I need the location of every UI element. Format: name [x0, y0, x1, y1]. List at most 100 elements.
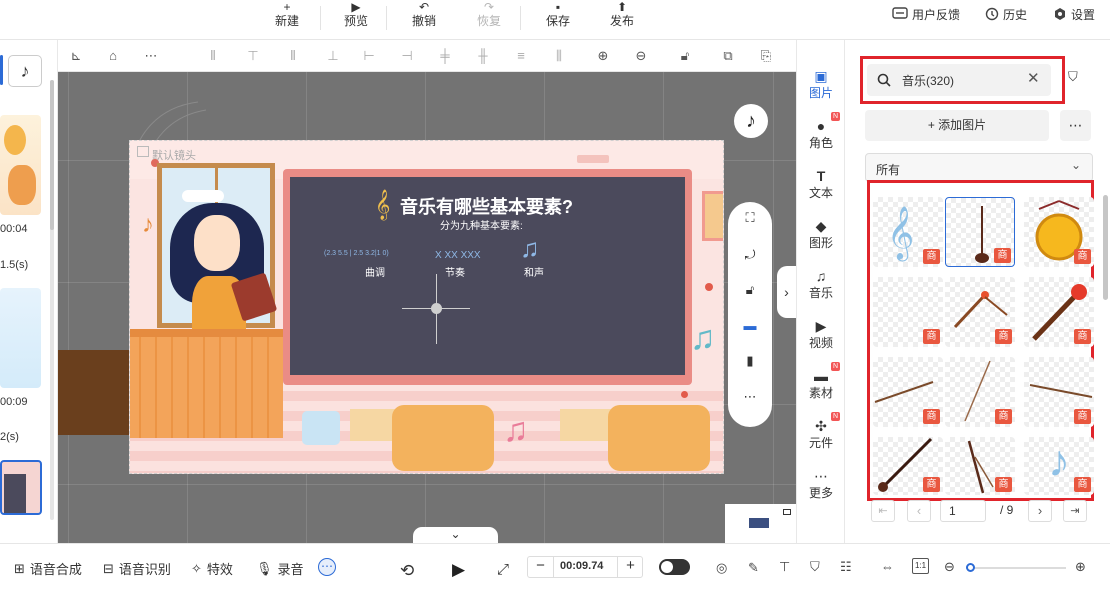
zoom-out-icon[interactable]: ⊖ — [633, 48, 649, 64]
scrollbar-thumb[interactable] — [50, 80, 54, 230]
preview-button[interactable]: ▶ 预览 — [331, 0, 381, 36]
asset-erhu-3[interactable]: 商 — [945, 437, 1015, 495]
asset-treble-clef[interactable]: 𝄞 商 — [873, 197, 943, 267]
minimap[interactable] — [725, 504, 796, 543]
asr-button[interactable]: ⊟ 语音识别 — [103, 559, 171, 578]
asset-erhu-2[interactable]: 商 — [873, 437, 943, 495]
clear-search-icon[interactable]: ✕ — [1027, 69, 1040, 87]
nav-images[interactable]: ▣ 图片 — [797, 68, 845, 101]
last-page-button[interactable]: ⇥ — [1063, 500, 1087, 522]
nav-music[interactable]: ♫ 音乐 — [797, 268, 845, 301]
save-button[interactable]: ▪ 保存 — [533, 0, 583, 36]
align-top-icon[interactable]: ⊤ — [245, 48, 261, 64]
more-icon[interactable]: ⋯ — [742, 389, 758, 405]
effects-button[interactable]: ✧ 特效 — [191, 559, 233, 578]
fit-width-icon[interactable]: ⇔ — [881, 559, 894, 574]
edit-icon[interactable]: ✎ — [748, 560, 759, 576]
asset-bow[interactable]: 商 — [945, 357, 1015, 427]
zoom-in-icon[interactable]: ⊕ — [1075, 559, 1086, 575]
scene-thumbnail[interactable] — [0, 288, 41, 388]
add-image-button[interactable]: + 添加图片 — [865, 110, 1049, 141]
monitor-icon[interactable]: ▬ — [742, 318, 758, 334]
asset-erhu[interactable]: 商 — [945, 197, 1015, 267]
align-hcenter-icon[interactable]: ⊣ — [399, 48, 415, 64]
align-left-icon[interactable]: ⫴ — [205, 48, 221, 64]
asset-music-note[interactable]: ♪ 商 — [1024, 437, 1094, 495]
search-input[interactable]: 音乐(320) — [902, 72, 954, 89]
fit-screen-icon[interactable]: ⛶ — [742, 210, 758, 226]
more-tools-button[interactable]: ⋯ — [318, 558, 336, 576]
history-button[interactable]: 历史 — [985, 6, 1027, 22]
zoom-slider-thumb[interactable] — [966, 563, 975, 572]
rotate-icon[interactable]: ⤾ — [742, 247, 758, 263]
page-input[interactable]: 1 — [940, 500, 986, 522]
nav-video[interactable]: ▶ 视频 — [797, 318, 845, 351]
expand-panel-button[interactable]: › — [777, 266, 796, 318]
scrollbar[interactable] — [50, 80, 54, 520]
ruler-icon[interactable]: ⊾ — [68, 48, 84, 64]
unlock-icon[interactable]: 🔓︎ — [677, 48, 693, 64]
nav-more[interactable]: ⋯ 更多 — [797, 468, 845, 501]
time-stepper[interactable]: − 00:09.74 + — [527, 556, 643, 578]
tts-button[interactable]: ⊞ 语音合成 — [14, 559, 82, 578]
filter-icon[interactable]: ⛉ — [1068, 69, 1086, 87]
play-button[interactable]: ▶ — [452, 560, 465, 580]
align-right-icon[interactable]: ⫴ — [285, 48, 301, 64]
asset-item[interactable]: 商 — [873, 277, 943, 347]
undo-button[interactable]: ↶ 撤销 — [399, 0, 449, 36]
settings-sliders-icon[interactable]: ☷ — [840, 559, 852, 575]
settings-button[interactable]: 设置 — [1053, 6, 1095, 22]
align-bottom-icon[interactable]: ⊥ — [325, 48, 341, 64]
nav-components[interactable]: ✣ N 元件 — [797, 412, 845, 451]
asset-mallet[interactable]: 商 — [1024, 277, 1094, 347]
asset-rod[interactable]: 商 — [1024, 357, 1094, 427]
first-page-button[interactable]: ⇤ — [871, 500, 895, 522]
zoom-out-icon[interactable]: ⊖ — [944, 559, 955, 575]
zoom-slider[interactable] — [966, 563, 1066, 572]
unlock-icon[interactable]: 🔓︎ — [742, 282, 758, 298]
asset-drumsticks[interactable]: 商 — [945, 277, 1015, 347]
prev-page-button[interactable]: ‹ — [907, 500, 931, 522]
align-vcenter-icon[interactable]: ╫ — [475, 48, 491, 64]
feedback-button[interactable]: 用户反馈 — [892, 6, 960, 22]
paste-icon[interactable]: ⎘ — [758, 48, 774, 64]
time-input[interactable]: 00:09.74 — [560, 560, 603, 572]
align-icon[interactable]: ⊤ — [779, 559, 790, 575]
more-icon[interactable]: ⋯ — [143, 48, 159, 64]
align-center-icon[interactable]: ╪ — [437, 48, 453, 64]
align-hleft-icon[interactable]: ⊢ — [361, 48, 377, 64]
search-box[interactable]: 音乐(320) ✕ — [867, 64, 1051, 96]
more-options-button[interactable]: ⋯ — [1060, 110, 1091, 141]
anchor-point[interactable] — [431, 303, 442, 314]
toggle-switch[interactable] — [659, 559, 690, 575]
home-icon[interactable]: ⌂ — [105, 48, 121, 64]
scene-thumbnail-selected[interactable] — [0, 460, 42, 515]
background-music-button[interactable]: ♪ — [734, 104, 768, 138]
canvas-area[interactable]: ♪ 默认镜头 𝄞 音乐有哪些基本要素? 分为九种基本要素: (2.3 5.5 |… — [58, 72, 796, 543]
increase-button[interactable]: + — [617, 557, 643, 577]
distribute-v-icon[interactable]: ≡ — [513, 48, 529, 64]
nav-shapes[interactable]: ◆ 图形 — [797, 218, 845, 251]
nav-characters[interactable]: ● N 角色 — [797, 112, 845, 151]
asset-stick[interactable]: 商 — [873, 357, 943, 427]
actual-size-icon[interactable]: 1:1 — [912, 558, 929, 574]
new-button[interactable]: + 新建 — [262, 0, 312, 36]
redo-button[interactable]: ↷ 恢复 — [464, 0, 514, 36]
filter-icon[interactable]: ⛉ — [810, 559, 820, 575]
copy-icon[interactable]: ⧉ — [720, 48, 736, 64]
decrease-button[interactable]: − — [528, 557, 554, 577]
music-toggle-button[interactable]: ♪ — [8, 55, 42, 87]
fullscreen-icon[interactable]: ⤢ — [497, 561, 509, 578]
nav-text[interactable]: T 文本 — [797, 168, 845, 201]
zoom-in-icon[interactable]: ⊕ — [595, 48, 611, 64]
category-select[interactable]: 所有 ⌄ — [865, 153, 1093, 182]
phone-icon[interactable]: ▮ — [742, 353, 758, 369]
record-button[interactable]: 🎙︎ 录音 — [256, 559, 304, 578]
next-page-button[interactable]: › — [1028, 500, 1052, 522]
slide-stage[interactable]: 默认镜头 𝄞 音乐有哪些基本要素? 分为九种基本要素: (2.3 5.5 | 2… — [129, 140, 724, 474]
collapse-timeline-button[interactable]: ⌄ — [413, 527, 498, 543]
asset-gong[interactable]: 商 — [1024, 197, 1094, 267]
distribute-h-icon[interactable]: ⫼ — [551, 48, 567, 64]
scrollbar-thumb[interactable] — [1103, 195, 1108, 300]
nav-materials[interactable]: ▬ N 素材 — [797, 362, 845, 401]
